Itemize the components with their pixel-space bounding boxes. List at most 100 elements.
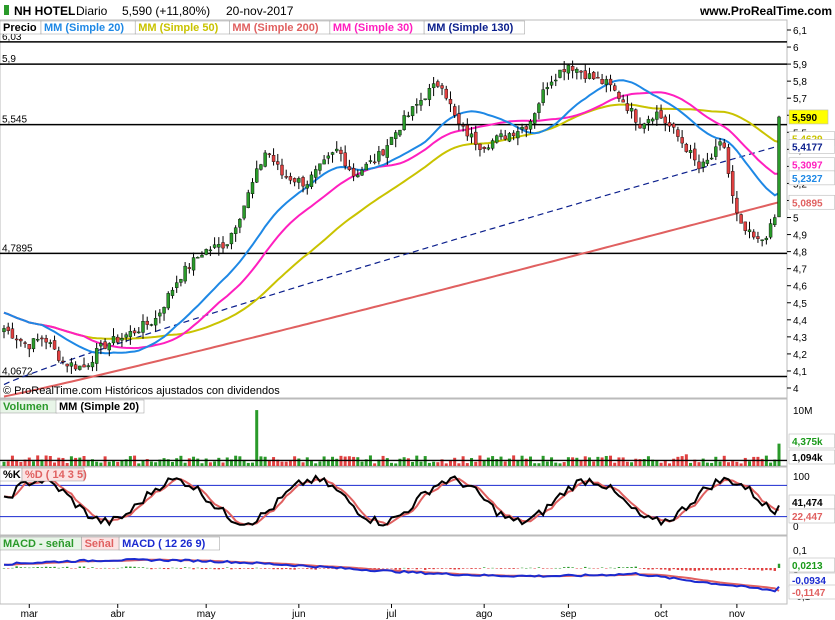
stoch-tick-100: 100	[793, 472, 810, 483]
stochastic-d-label: %D ( 14 3 5)	[25, 469, 87, 481]
volume-bar	[583, 456, 587, 466]
macd-legend-label-2: MACD ( 12 26 9)	[122, 538, 205, 550]
volume-value-tag-1: 1,094k	[792, 453, 823, 464]
volume-bar	[748, 461, 752, 466]
macd-histogram-bar	[714, 568, 718, 570]
candle-body	[27, 344, 31, 350]
macd-histogram-bar	[209, 567, 212, 569]
site-link[interactable]: www.ProRealTime.com	[699, 4, 832, 18]
price-panel[interactable]: 6,035,95,5454,78954,0672 Precio MM (Simp…	[0, 19, 835, 399]
stochastic-panel[interactable]: %K %D ( 14 3 5) 100 0 41,474 22,447	[0, 466, 835, 536]
macd-histogram-bar	[293, 568, 296, 570]
macd-histogram-bar	[562, 567, 566, 568]
candle-body	[752, 231, 756, 238]
volume-bar	[99, 462, 103, 466]
candle-body	[524, 126, 528, 130]
candle-body	[191, 257, 196, 271]
macd-histogram-bar	[701, 568, 705, 570]
candle-body	[613, 85, 617, 91]
candle-body	[326, 155, 331, 159]
macd-histogram-bar	[491, 567, 494, 569]
candle-body	[292, 178, 297, 183]
volume-bar	[743, 457, 747, 466]
macd-histogram-bar	[381, 568, 385, 569]
candle-body	[642, 123, 646, 129]
volume-bar	[301, 462, 305, 466]
volume-bar	[394, 463, 398, 466]
macd-histogram-bar	[643, 568, 646, 570]
candle-body	[478, 143, 482, 150]
x-axis: mar abr may jun jul ago sep oct nov	[21, 604, 745, 620]
volume-bar	[457, 463, 461, 466]
macd-histogram-bar	[129, 566, 132, 568]
candle-body	[179, 279, 183, 283]
macd-histogram-bar	[390, 568, 393, 569]
macd-histogram-bar	[748, 568, 751, 570]
candle-body	[448, 99, 453, 105]
candle-body	[570, 66, 575, 71]
volume-bar	[499, 456, 503, 466]
chart-canvas: NH HOTEL Diario 5,590 (+11,80%) 20-nov-2…	[0, 0, 835, 620]
volume-bar	[251, 462, 255, 466]
candle-body	[86, 365, 90, 368]
volume-bar	[170, 461, 174, 466]
volume-bar	[373, 463, 377, 466]
candle-body	[23, 342, 27, 344]
candle-body	[402, 115, 406, 130]
candle-body	[103, 341, 107, 349]
candle-body	[61, 360, 65, 363]
candle-body	[196, 257, 200, 259]
volume-bar	[697, 462, 701, 466]
macd-histogram-bar	[280, 568, 284, 570]
volume-bar	[31, 461, 35, 466]
candle-body	[697, 161, 701, 170]
volume-bar	[705, 462, 709, 466]
candle-body	[187, 267, 192, 269]
candle-body	[709, 157, 714, 160]
volume-bar	[331, 456, 335, 466]
macd-histogram-bar	[112, 568, 115, 569]
volume-bar	[86, 460, 90, 466]
volume-bar	[305, 457, 309, 466]
volume-bar	[78, 457, 82, 466]
macd-histogram-bar	[638, 568, 642, 569]
macd-histogram-bar	[19, 567, 23, 568]
macd-histogram-bar	[200, 568, 204, 570]
stochastic-k-label: %K	[3, 469, 21, 481]
macd-legend-label-0: MACD - señal	[3, 538, 74, 550]
volume-bar	[689, 462, 693, 466]
macd-histogram-bar	[516, 568, 520, 569]
macd-histogram-bar	[415, 568, 418, 570]
candle-body	[629, 108, 634, 112]
volume-value-tag-0: 4,375k	[792, 437, 823, 448]
candle-body	[722, 142, 726, 148]
candle-body	[659, 110, 663, 119]
price-tick-label-21: 4	[793, 384, 799, 395]
candle-body	[419, 100, 423, 106]
macd-histogram-bar	[457, 568, 461, 570]
macd-histogram-bar	[103, 567, 107, 569]
volume-bar	[192, 456, 196, 466]
volume-y-axis: 10M 4,375k 1,094k	[788, 406, 835, 465]
volume-bar	[57, 457, 61, 466]
candle-body	[166, 293, 170, 309]
macd-panel[interactable]: MACD - señalSeñalMACD ( 12 26 9) 0,10-0,…	[0, 535, 835, 605]
candle-body	[183, 265, 187, 282]
macd-histogram-bar	[247, 568, 250, 569]
macd-histogram-bar	[647, 568, 650, 570]
candle-body	[335, 148, 339, 152]
candle-body	[250, 182, 255, 195]
macd-histogram-bar	[99, 568, 103, 569]
volume-bar	[116, 461, 120, 466]
volume-bar	[61, 457, 65, 466]
macd-histogram-bar	[550, 568, 553, 569]
macd-histogram-bar	[61, 567, 65, 568]
volume-panel[interactable]: Volumen MM (Simple 20) 10M 4,375k 1,094k	[0, 398, 835, 467]
stochastic-y-axis: 100 0 41,474 22,447	[788, 472, 835, 533]
candle-body	[2, 328, 6, 333]
candle-body	[562, 69, 566, 73]
candle-body	[14, 338, 19, 341]
candle-body	[271, 155, 276, 162]
candle-body	[385, 145, 389, 158]
macd-histogram-bar	[23, 567, 27, 568]
